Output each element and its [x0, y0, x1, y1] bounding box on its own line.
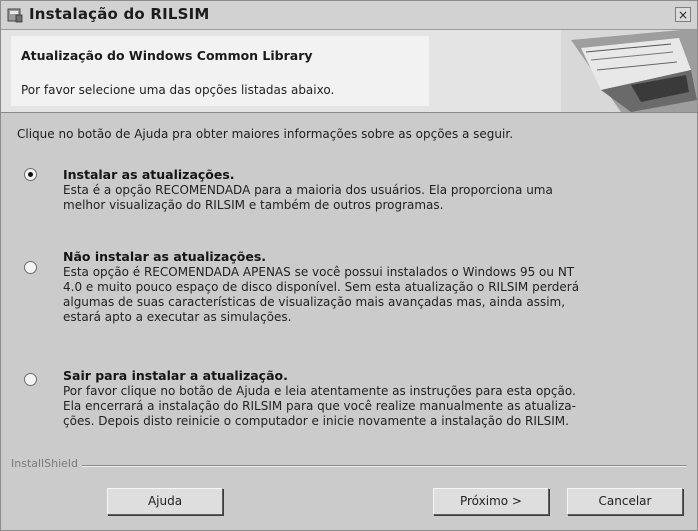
window-title: Instalação do RILSIM: [29, 5, 210, 23]
installshield-label: InstallShield: [11, 457, 82, 470]
header-title: Atualização do Windows Common Library: [21, 48, 313, 63]
option-exit-install[interactable]: Sair para instalar a atualização. Por fa…: [21, 368, 681, 434]
radio-install-updates[interactable]: [24, 168, 37, 181]
option-title: Sair para instalar a atualização.: [63, 368, 288, 383]
option-description: Por favor clique no botão de Ajuda e lei…: [63, 384, 576, 428]
installer-window: Instalação do RILSIM × Atualização do Wi…: [0, 0, 698, 531]
option-install-updates[interactable]: Instalar as atualizações. Esta é a opção…: [21, 167, 681, 217]
option-title: Não instalar as atualizações.: [63, 249, 267, 264]
option-description: Esta opção é RECOMENDADA APENAS se você …: [63, 265, 580, 324]
next-button[interactable]: Próximo >: [433, 488, 549, 515]
separator-line: [11, 465, 687, 467]
option-skip-updates[interactable]: Não instalar as atualizações. Esta opção…: [21, 249, 681, 333]
radio-exit-install[interactable]: [24, 373, 37, 386]
installshield-banner-icon: [561, 30, 697, 112]
installer-icon: [7, 8, 23, 23]
header-banner: Atualização do Windows Common Library Po…: [1, 30, 697, 113]
option-title: Instalar as atualizações.: [63, 167, 235, 182]
cancel-button[interactable]: Cancelar: [567, 488, 683, 515]
radio-selected-dot: [28, 172, 33, 177]
radio-skip-updates[interactable]: [24, 261, 37, 274]
help-button[interactable]: Ajuda: [107, 488, 223, 515]
close-button[interactable]: ×: [675, 7, 691, 22]
header-subtitle: Por favor selecione uma das opções lista…: [21, 83, 335, 97]
intro-text: Clique no botão de Ajuda pra obter maior…: [17, 127, 514, 141]
installshield-separator: InstallShield: [11, 457, 687, 473]
title-bar: Instalação do RILSIM ×: [1, 1, 697, 30]
option-description: Esta é a opção RECOMENDADA para a maiori…: [63, 183, 553, 212]
